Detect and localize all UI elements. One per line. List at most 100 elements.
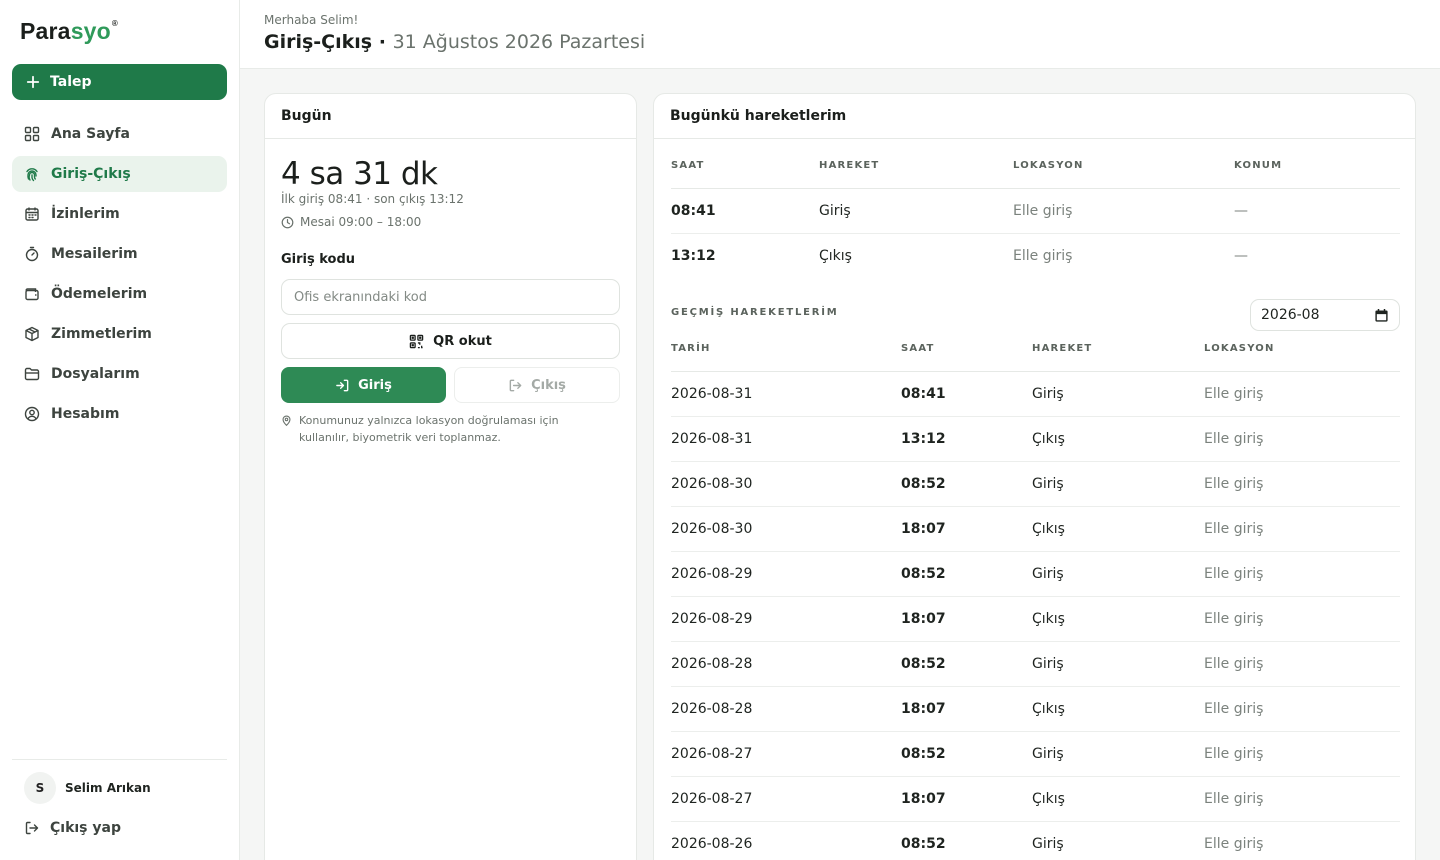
cell-type: Giriş — [1032, 731, 1204, 777]
sidebar-item-dosyalarim[interactable]: Dosyalarım — [12, 356, 227, 392]
check-out-label: Çıkış — [531, 377, 566, 393]
greeting-text: Merhaba Selim! — [264, 13, 359, 27]
table-row: 2026-08-27 08:52 Giriş Elle giriş — [671, 731, 1400, 777]
logout-button[interactable]: Çıkış yap — [24, 820, 121, 836]
cell-date: 2026-08-27 — [671, 776, 901, 822]
user-name: Selim Arıkan — [65, 781, 151, 795]
talep-button-label: Talep — [50, 74, 92, 90]
cell-position: — — [1234, 247, 1248, 264]
cell-date: 2026-08-30 — [671, 461, 901, 507]
column-header: LOKASYON — [1204, 327, 1400, 372]
cell-time: 08:52 — [901, 641, 1032, 687]
cell-type: Çıkış — [1032, 686, 1204, 732]
cell-type: Giriş — [1032, 461, 1204, 507]
privacy-note-text: Konumunuz yalnızca lokasyon doğrulaması … — [299, 414, 559, 444]
table-row: 08:41 Giriş Elle giriş — — [671, 188, 1400, 234]
cell-location: Elle giriş — [1204, 776, 1400, 822]
cell-date: 2026-08-27 — [671, 731, 901, 777]
table-row: 13:12 Çıkış Elle giriş — — [671, 233, 1400, 278]
column-header: KONUM — [1234, 144, 1400, 189]
sidebar-item-label: İzinlerim — [51, 206, 120, 222]
sidebar-item-odemelerim[interactable]: Ödemelerim — [12, 276, 227, 312]
cell-type: Çıkış — [1032, 416, 1204, 462]
logout-icon — [509, 379, 522, 391]
brand-name-accent: syo — [70, 18, 111, 44]
cell-time: 08:52 — [901, 461, 1032, 507]
sidebar-item-hesabim[interactable]: Hesabım — [12, 396, 227, 432]
table-row: 2026-08-29 18:07 Çıkış Elle giriş — [671, 596, 1400, 642]
cell-location: Elle giriş — [1013, 188, 1234, 234]
column-header: HAREKET — [1032, 327, 1204, 372]
qr-code-icon — [409, 334, 424, 348]
qr-scan-label: QR okut — [433, 333, 492, 349]
month-value: 2026-08 — [1261, 307, 1320, 323]
table-row: 2026-08-30 18:07 Çıkış Elle giriş — [671, 506, 1400, 552]
cell-position: — — [1234, 188, 1400, 234]
cell-location: Elle giriş — [1204, 641, 1400, 687]
table-row: 2026-08-31 08:41 Giriş Elle giriş — [671, 371, 1400, 417]
sidebar-item-giris-cikis[interactable]: Giriş-Çıkış — [12, 156, 227, 192]
cell-time: 13:12 — [671, 247, 716, 264]
table-header-row: TARİH SAAT HAREKET LOKASYON — [671, 327, 1400, 372]
table-row: 2026-08-26 08:52 Giriş Elle giriş — [671, 821, 1400, 860]
table-row: 2026-08-28 18:07 Çıkış Elle giriş — [671, 686, 1400, 732]
cell-type: Giriş — [819, 188, 1013, 234]
past-movements-table: TARİH SAAT HAREKET LOKASYON 2026-08-31 0… — [671, 327, 1400, 860]
grid-icon — [24, 126, 40, 142]
cell-time: 08:41 — [671, 188, 819, 234]
calendar-icon — [25, 207, 39, 221]
cell-date: 2026-08-26 — [671, 821, 901, 860]
cell-location: Elle giriş — [1204, 506, 1400, 552]
cell-location: Elle giriş — [1013, 247, 1073, 264]
shift-hours-text: Mesai 09:00 – 18:00 — [300, 215, 422, 229]
cell-date: 2026-08-29 — [671, 551, 901, 597]
location-pin-icon — [282, 415, 291, 426]
login-icon — [336, 379, 349, 391]
talep-button[interactable]: Talep — [12, 64, 227, 100]
page-title: Giriş-Çıkış · 31 Ağustos 2026 Pazartesi — [264, 31, 645, 53]
cell-type: Giriş — [1032, 641, 1204, 687]
code-label: Giriş kodu — [281, 252, 356, 267]
fingerprint-icon — [26, 168, 38, 182]
qr-scan-button[interactable]: QR okut — [281, 323, 620, 359]
check-out-button[interactable]: Çıkış — [454, 367, 620, 403]
first-last-entry: İlk giriş 08:41 · son çıkış 13:12 — [281, 192, 464, 206]
entry-code-input[interactable] — [281, 279, 620, 315]
brand-logo[interactable]: Parasyo® — [20, 18, 118, 45]
sidebar-item-mesailerim[interactable]: Mesailerim — [12, 236, 227, 272]
clock-icon — [281, 216, 294, 228]
cell-location: Elle giriş — [1204, 731, 1400, 777]
sidebar-item-label: Dosyalarım — [51, 366, 140, 382]
sidebar-item-label: Giriş-Çıkış — [51, 166, 131, 182]
cell-date: 2026-08-28 — [671, 686, 901, 732]
cell-date: 2026-08-28 — [671, 641, 901, 687]
stopwatch-icon — [25, 246, 39, 262]
user-profile[interactable]: S Selim Arıkan — [24, 772, 151, 804]
cell-time: 08:52 — [901, 821, 1032, 860]
avatar: S — [24, 772, 56, 804]
calendar-icon — [1375, 308, 1388, 322]
check-in-button[interactable]: Giriş — [281, 367, 446, 403]
sidebar-item-zimmetlerim[interactable]: Zimmetlerim — [12, 316, 227, 352]
cell-location: Elle giriş — [1204, 551, 1400, 597]
registered-mark: ® — [111, 19, 119, 28]
movements-card: Bugünkü hareketlerim SAAT HAREKET LOKASY… — [653, 93, 1416, 860]
cell-date: 2026-08-29 — [671, 596, 901, 642]
cell-location: Elle giriş — [1204, 416, 1400, 462]
sidebar: Parasyo® Talep Ana Sayfa Giriş-Çıkış İzi… — [0, 0, 240, 860]
table-row: 2026-08-27 18:07 Çıkış Elle giriş — [671, 776, 1400, 822]
cell-time: 13:12 — [901, 416, 1032, 462]
cell-time: 08:41 — [901, 371, 1032, 417]
sidebar-divider — [12, 759, 227, 760]
sidebar-item-izinlerim[interactable]: İzinlerim — [12, 196, 227, 232]
sidebar-item-ana-sayfa[interactable]: Ana Sayfa — [12, 116, 227, 152]
cell-location: Elle giriş — [1204, 461, 1400, 507]
shift-hours: Mesai 09:00 – 18:00 — [281, 215, 421, 229]
logout-label: Çıkış yap — [50, 820, 121, 836]
plus-icon — [26, 75, 40, 89]
cell-type: Çıkış — [1032, 776, 1204, 822]
cell-type: Çıkış — [819, 247, 852, 264]
cell-time: 18:07 — [901, 506, 1032, 552]
column-header: SAAT — [901, 327, 1032, 372]
cell-type: Giriş — [1032, 821, 1204, 860]
